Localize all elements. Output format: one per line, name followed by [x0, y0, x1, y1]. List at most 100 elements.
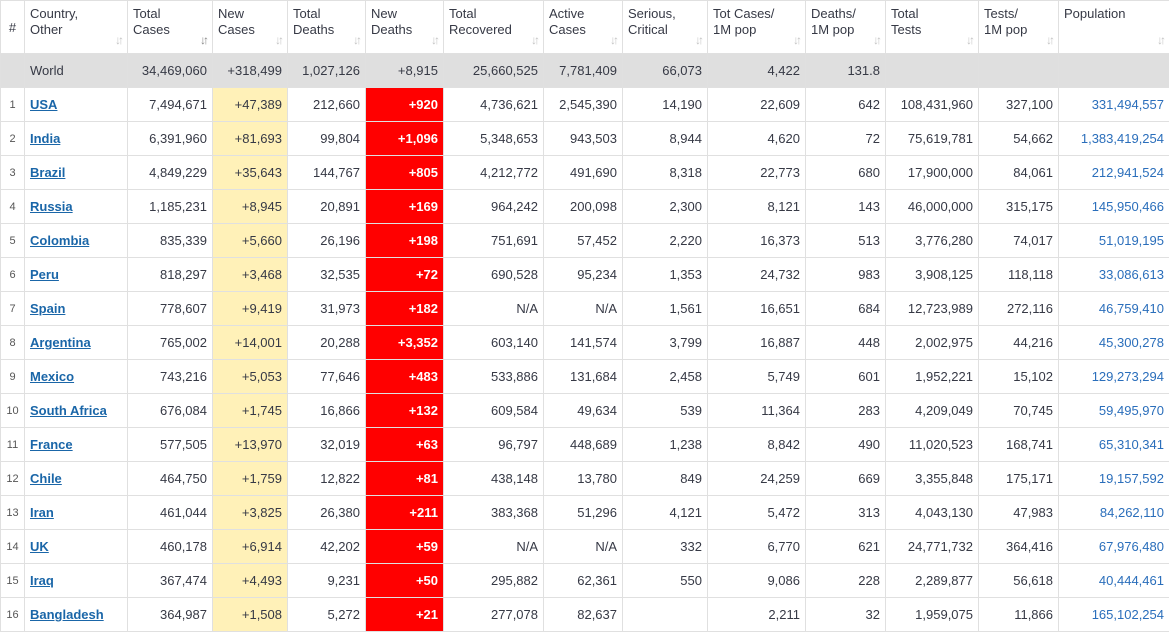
- total-cases-cell: 1,185,231: [128, 190, 213, 224]
- tot-cases-per-1m-cell: 11,364: [708, 394, 806, 428]
- total-cases-cell: 461,044: [128, 496, 213, 530]
- total-cases-cell: 676,084: [128, 394, 213, 428]
- tests-per-1m-header[interactable]: Tests/1M pop↓↑: [979, 1, 1059, 54]
- population-cell: 1,383,419,254: [1059, 122, 1169, 156]
- sort-arrows-icon[interactable]: ↓↑: [966, 33, 972, 47]
- new-cases-header[interactable]: NewCases↓↑: [213, 1, 288, 54]
- sort-arrows-icon[interactable]: ↓↑: [1046, 33, 1052, 47]
- new-cases-cell: +6,914: [213, 530, 288, 564]
- country-link[interactable]: South Africa: [30, 403, 107, 418]
- country-link[interactable]: India: [30, 131, 60, 146]
- new-deaths-header[interactable]: NewDeaths↓↑: [366, 1, 444, 54]
- sort-arrows-icon[interactable]: ↓↑: [1157, 33, 1163, 47]
- country-link[interactable]: Bangladesh: [30, 607, 104, 622]
- table-row: 3Brazil4,849,229+35,643144,767+8054,212,…: [1, 156, 1169, 190]
- sort-arrows-icon[interactable]: ↓↑: [531, 33, 537, 47]
- country-link[interactable]: Brazil: [30, 165, 65, 180]
- new-deaths-cell: +50: [366, 564, 444, 598]
- country-link[interactable]: Peru: [30, 267, 59, 282]
- country-link[interactable]: Spain: [30, 301, 65, 316]
- total-deaths-header[interactable]: TotalDeaths↓↑: [288, 1, 366, 54]
- population-cell: 65,310,341: [1059, 428, 1169, 462]
- deaths-per-1m-header[interactable]: Deaths/1M pop↓↑: [806, 1, 886, 54]
- tests-per-1m-cell: 47,983: [979, 496, 1059, 530]
- total-tests-cell: 4,209,049: [886, 394, 979, 428]
- tot-cases-per-1m-cell: 5,472: [708, 496, 806, 530]
- total-cases-cell: 367,474: [128, 564, 213, 598]
- sort-arrows-icon[interactable]: ↓↑: [793, 33, 799, 47]
- sort-arrows-icon[interactable]: ↓↑: [353, 33, 359, 47]
- sort-arrows-icon[interactable]: ↓↑: [873, 33, 879, 47]
- population-cell: 67,976,480: [1059, 530, 1169, 564]
- country-link[interactable]: USA: [30, 97, 57, 112]
- new-cases-cell: +14,001: [213, 326, 288, 360]
- new-deaths-cell: +81: [366, 462, 444, 496]
- header-label-line1: Total: [133, 6, 207, 22]
- country-cell: Mexico: [25, 360, 128, 394]
- rank-header: #: [1, 1, 25, 54]
- table-row: 12Chile464,750+1,75912,822+81438,14813,7…: [1, 462, 1169, 496]
- active-cases-cell: 13,780: [544, 462, 623, 496]
- active-cases-cell: 141,574: [544, 326, 623, 360]
- country-link[interactable]: Argentina: [30, 335, 91, 350]
- header-label-line1: Total: [891, 6, 973, 22]
- tests-per-1m-cell: 15,102: [979, 360, 1059, 394]
- total-tests-header[interactable]: TotalTests↓↑: [886, 1, 979, 54]
- active-cases-header[interactable]: ActiveCases↓↑: [544, 1, 623, 54]
- header-label-line2: Cases: [218, 22, 282, 38]
- header-label-line1: Population: [1064, 6, 1164, 22]
- country-link[interactable]: UK: [30, 539, 49, 554]
- header-label-line2: Deaths: [293, 22, 360, 38]
- total-tests-cell: 4,043,130: [886, 496, 979, 530]
- population-cell: 45,300,278: [1059, 326, 1169, 360]
- sort-arrows-icon[interactable]: ↓↑: [200, 33, 206, 47]
- sort-arrows-icon[interactable]: ↓↑: [115, 33, 121, 47]
- rank-cell: 10: [1, 394, 25, 428]
- active-cases-cell: 943,503: [544, 122, 623, 156]
- sort-arrows-icon[interactable]: ↓↑: [610, 33, 616, 47]
- serious-critical-cell: 550: [623, 564, 708, 598]
- total-cases-cell: 818,297: [128, 258, 213, 292]
- country-link[interactable]: Colombia: [30, 233, 89, 248]
- table-row: 5Colombia835,339+5,66026,196+198751,6915…: [1, 224, 1169, 258]
- serious-critical-header[interactable]: Serious,Critical↓↑: [623, 1, 708, 54]
- country-link[interactable]: Iran: [30, 505, 54, 520]
- total-recovered-cell: 438,148: [444, 462, 544, 496]
- new-cases-cell: +81,693: [213, 122, 288, 156]
- total-cases-cell: 778,607: [128, 292, 213, 326]
- total-recovered-cell: 5,348,653: [444, 122, 544, 156]
- total-cases-cell: 577,505: [128, 428, 213, 462]
- country-link[interactable]: Iraq: [30, 573, 54, 588]
- total-tests-cell: 2,289,877: [886, 564, 979, 598]
- new-deaths-cell: +59: [366, 530, 444, 564]
- total-cases-cell: 4,849,229: [128, 156, 213, 190]
- country-header[interactable]: Country,Other↓↑: [25, 1, 128, 54]
- rank-cell: 12: [1, 462, 25, 496]
- tests-per-1m-cell: 11,866: [979, 598, 1059, 632]
- total-recovered-cell: 295,882: [444, 564, 544, 598]
- rank-cell: 9: [1, 360, 25, 394]
- active-cases-cell: 49,634: [544, 394, 623, 428]
- serious-critical-cell: 2,458: [623, 360, 708, 394]
- active-cases-cell: N/A: [544, 530, 623, 564]
- active-cases-cell: 491,690: [544, 156, 623, 190]
- active-cases-cell: 62,361: [544, 564, 623, 598]
- active-cases-cell: 7,781,409: [544, 54, 623, 88]
- sort-arrows-icon[interactable]: ↓↑: [695, 33, 701, 47]
- total-recovered-header[interactable]: TotalRecovered↓↑: [444, 1, 544, 54]
- new-cases-cell: +4,493: [213, 564, 288, 598]
- population-header[interactable]: Population ↓↑: [1059, 1, 1169, 54]
- serious-critical-cell: 1,238: [623, 428, 708, 462]
- sort-arrows-icon[interactable]: ↓↑: [275, 33, 281, 47]
- country-link[interactable]: Russia: [30, 199, 73, 214]
- country-link[interactable]: Mexico: [30, 369, 74, 384]
- tot-cases-per-1m-header[interactable]: Tot Cases/1M pop↓↑: [708, 1, 806, 54]
- total-cases-header[interactable]: TotalCases↓↑: [128, 1, 213, 54]
- country-link[interactable]: Chile: [30, 471, 62, 486]
- sort-arrows-icon[interactable]: ↓↑: [431, 33, 437, 47]
- total-tests-cell: 1,952,221: [886, 360, 979, 394]
- active-cases-cell: 95,234: [544, 258, 623, 292]
- country-link[interactable]: France: [30, 437, 73, 452]
- total-deaths-cell: 32,019: [288, 428, 366, 462]
- tests-per-1m-cell: 168,741: [979, 428, 1059, 462]
